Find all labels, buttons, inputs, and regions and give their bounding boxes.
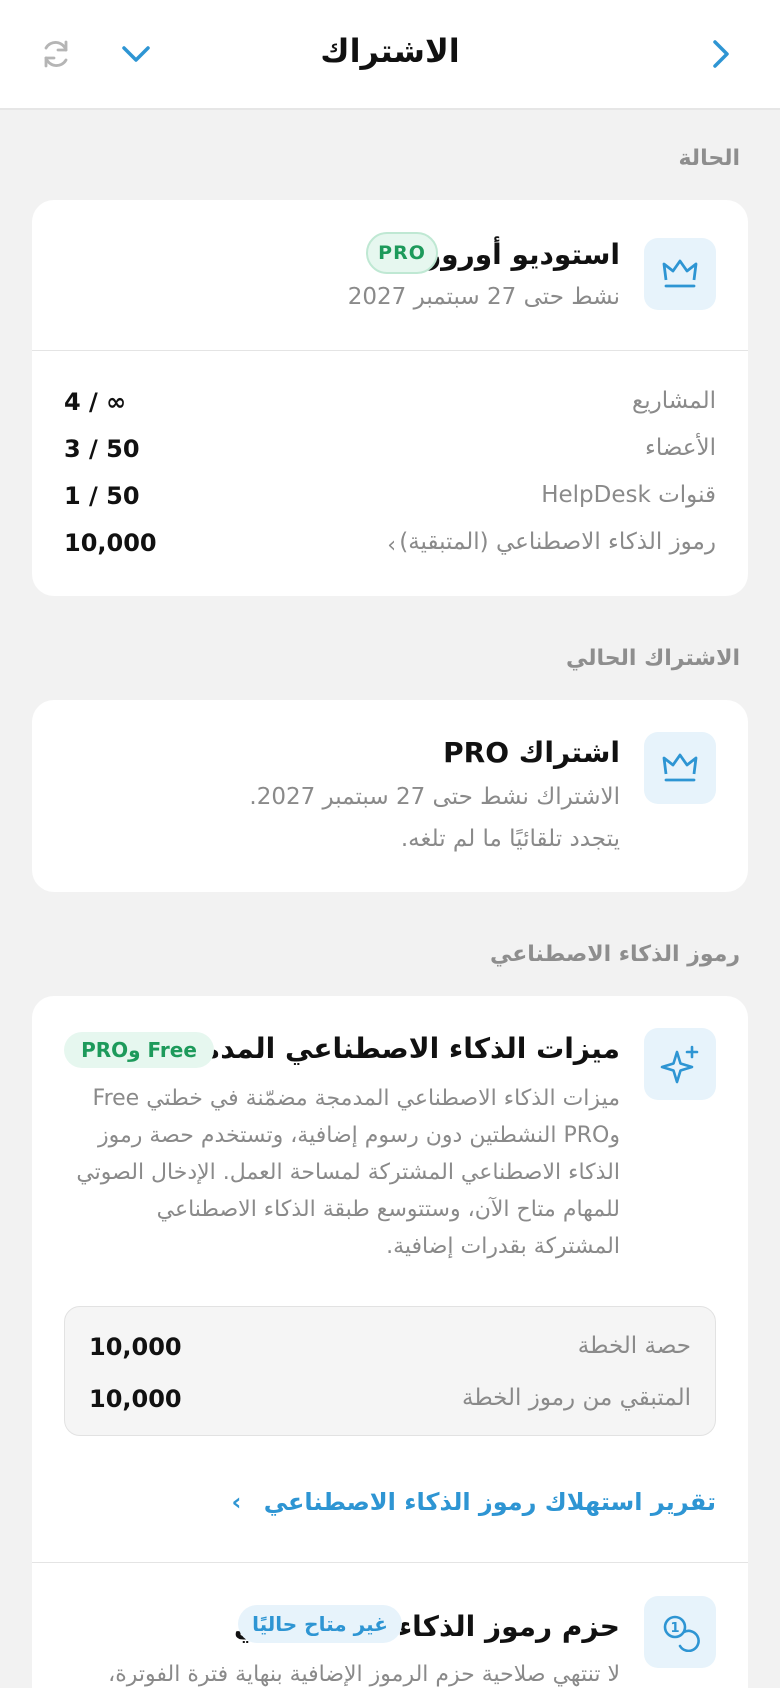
crown-icon (662, 259, 698, 288)
plan-badge: PRO (366, 232, 438, 274)
divider (32, 350, 748, 351)
divider (32, 1562, 748, 1563)
usage-value: 1 / 50 (64, 482, 140, 510)
desc-line: للمهام متاح الآن، وستتوسع طبقة الذكاء ال… (156, 1197, 620, 1222)
ai-features-description: ميزات الذكاء الاصطناعي المدمجة مضمّنة في… (64, 1080, 620, 1265)
usage-row-members: الأعضاء 3 / 50 (64, 435, 716, 471)
usage-label: الأعضاء (645, 435, 716, 461)
status-card: استوديو أورورا PRO نشط حتى 27 سبتمبر 202… (32, 200, 748, 596)
usage-value: 4 / ∞ (64, 388, 127, 416)
quota-value: 10,000 (89, 1385, 182, 1413)
subscription-title: اشتراك PRO (443, 736, 620, 769)
crown-tile (644, 238, 716, 310)
workspace-name: استوديو أورورا (415, 238, 620, 271)
quota-label: المتبقي من رموز الخطة (461, 1385, 691, 1411)
top-bar: الاشتراك (0, 0, 780, 110)
subscription-active-line: الاشتراك نشط حتى 27 سبتمبر 2027. (249, 784, 620, 810)
usage-report-link[interactable]: تقرير استهلاك رموز الذكاء الاصطناعي › (231, 1488, 716, 1522)
refresh-button[interactable] (36, 34, 76, 74)
quota-row-remaining: المتبقي من رموز الخطة 10,000 (89, 1385, 691, 1417)
refresh-icon (44, 40, 68, 68)
current-subscription-card: اشتراك PRO الاشتراك نشط حتى 27 سبتمبر 20… (32, 700, 748, 892)
active-until: نشط حتى 27 سبتمبر 2027 (347, 284, 620, 310)
usage-row-projects: المشاريع 4 / ∞ (64, 388, 716, 424)
ai-tokens-card: ميزات الذكاء الاصطناعي المدمجة Free وPRO… (32, 996, 748, 1688)
token-packs-description: لا تنتهي صلاحية حزم الرموز الإضافية بنها… (108, 1662, 620, 1687)
section-title-status: الحالة (678, 146, 740, 171)
section-title-current: الاشتراك الحالي (565, 646, 740, 671)
desc-line: المشتركة بقدرات إضافية. (386, 1234, 620, 1259)
svg-text:1: 1 (670, 1621, 679, 1636)
usage-label: المشاريع (632, 388, 716, 414)
usage-value: 3 / 50 (64, 435, 140, 463)
usage-label: رموز الذكاء الاصطناعي (المتبقية) (399, 529, 716, 555)
sparkle-icon (660, 1045, 699, 1084)
usage-row-helpdesk: قنوات HelpDesk 1 / 50 (64, 482, 716, 518)
plans-badge: Free وPRO (64, 1032, 214, 1068)
unavailable-badge: غير متاح حاليًا (238, 1605, 402, 1643)
chevron-left-icon: › (387, 533, 396, 558)
quota-label: حصة الخطة (577, 1333, 691, 1359)
token-pack-tile: 1 (644, 1596, 716, 1668)
usage-report-label: تقرير استهلاك رموز الذكاء الاصطناعي (263, 1488, 716, 1516)
quota-value: 10,000 (89, 1333, 182, 1361)
usage-row-ai-tokens[interactable]: رموز الذكاء الاصطناعي (المتبقية) › 10,00… (64, 529, 716, 565)
desc-line: ميزات الذكاء الاصطناعي المدمجة مضمّنة في… (92, 1086, 620, 1111)
quota-box: حصة الخطة 10,000 المتبقي من رموز الخطة 1… (64, 1306, 716, 1436)
section-title-ai: رموز الذكاء الاصطناعي (489, 942, 740, 967)
desc-line: الذكاء الاصطناعي المشتركة لمساحة العمل. … (76, 1160, 620, 1185)
desc-line: وPRO النشطتين دون رسوم إضافية، وتستخدم ح… (97, 1123, 620, 1148)
crown-icon (662, 753, 698, 782)
usage-label: قنوات HelpDesk (541, 482, 716, 508)
chevron-left-icon: › (231, 1488, 242, 1516)
chevron-down-icon (122, 46, 150, 62)
sparkle-tile (644, 1028, 716, 1100)
token-coin-icon: 1 (663, 1615, 700, 1652)
usage-value: 10,000 (64, 529, 157, 557)
subscription-renew-line: يتجدد تلقائيًا ما لم تلغه. (400, 826, 620, 852)
dropdown-button[interactable] (116, 34, 156, 74)
crown-tile (644, 732, 716, 804)
ai-features-title: ميزات الذكاء الاصطناعي المدمجة (165, 1032, 620, 1065)
quota-row-plan: حصة الخطة 10,000 (89, 1333, 691, 1365)
